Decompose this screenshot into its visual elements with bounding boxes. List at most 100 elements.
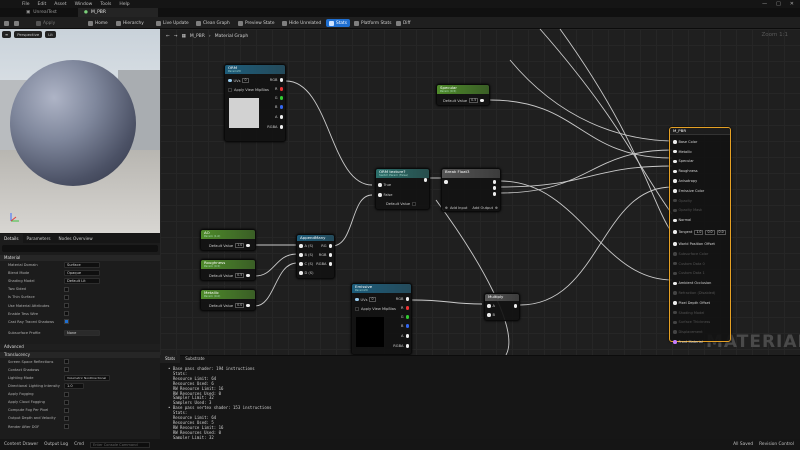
input-pin[interactable]: [673, 230, 677, 234]
a-output-pin[interactable]: [279, 115, 283, 119]
rgb-output-pin[interactable]: [279, 78, 283, 82]
true-input-pin[interactable]: [378, 183, 382, 187]
uv-input-pin[interactable]: [228, 78, 232, 83]
input-pin[interactable]: [673, 281, 677, 285]
rgb-output-pin[interactable]: [405, 297, 409, 301]
console-command-input[interactable]: Enter Console Command: [89, 441, 150, 448]
mipbias-checkbox[interactable]: [228, 88, 232, 92]
a-output-pin[interactable]: [405, 334, 409, 338]
result-pin[interactable]: Metallic: [673, 147, 731, 157]
uv-input-pin[interactable]: [355, 297, 359, 302]
input-pin[interactable]: [673, 189, 677, 193]
ao-output-pin[interactable]: [246, 243, 250, 248]
rg-output-pin[interactable]: [328, 244, 332, 248]
perspective-button[interactable]: Perspective: [14, 31, 43, 38]
g-output-pin[interactable]: [492, 186, 496, 190]
result-pin[interactable]: Ambient Occlusion: [673, 278, 731, 288]
result-pin[interactable]: Specular: [673, 157, 731, 167]
add-input-button[interactable]: ⊕ Add Input: [445, 206, 467, 210]
input-pin[interactable]: [673, 179, 677, 183]
r-output-pin[interactable]: [279, 87, 283, 91]
input-pin[interactable]: [673, 301, 677, 305]
input-pin[interactable]: [673, 320, 677, 325]
input-pin[interactable]: [673, 140, 677, 144]
input-pin[interactable]: [673, 208, 677, 213]
b-output-pin[interactable]: [279, 105, 283, 109]
result-pin[interactable]: Front Material: [673, 337, 731, 347]
input-pin[interactable]: [673, 218, 677, 223]
result-pin[interactable]: Opacity: [673, 196, 731, 206]
tangent-value-input[interactable]: 0.0: [716, 229, 726, 235]
result-pin[interactable]: Emissive Color: [673, 186, 731, 196]
orm-texture-node[interactable]: ORM Param2D UVs 0 Apply View MipBias RGB R…: [224, 64, 286, 142]
result-pin[interactable]: Subsurface Color: [673, 249, 731, 259]
content-drawer-button[interactable]: Content Drawer: [4, 442, 38, 447]
c-input-pin[interactable]: [299, 262, 303, 266]
tangent-value-input[interactable]: 1.0: [694, 229, 704, 235]
input-pin[interactable]: [673, 159, 677, 164]
a-input-pin[interactable]: [487, 304, 491, 308]
result-pin[interactable]: Custom Data 1: [673, 269, 731, 279]
input-pin[interactable]: [673, 330, 677, 334]
lit-button[interactable]: Lit: [45, 31, 56, 38]
multiply-node[interactable]: Multiply A B: [484, 293, 520, 321]
result-pin[interactable]: Shading Model: [673, 308, 731, 318]
tangent-value-input[interactable]: 0.0: [705, 229, 715, 235]
input-pin[interactable]: [673, 310, 677, 315]
g-output-pin[interactable]: [279, 96, 283, 100]
r-output-pin[interactable]: [405, 306, 409, 310]
result-pin[interactable]: Normal: [673, 215, 731, 225]
rgba-output-pin[interactable]: [328, 262, 332, 266]
input-pin[interactable]: [673, 169, 677, 174]
result-pin[interactable]: Anisotropy: [673, 176, 731, 186]
specular-param-node[interactable]: Specular Param (0.5) Default Value 0.5: [436, 84, 490, 106]
b-output-pin[interactable]: [405, 324, 409, 328]
rgba-output-pin[interactable]: [405, 344, 409, 348]
emissive-texture-node[interactable]: Emissive Param2D UVs 0 Apply View MipBias …: [351, 283, 412, 355]
input-pin[interactable]: [673, 340, 677, 344]
b-input-pin[interactable]: [487, 313, 491, 317]
metallic-param-node[interactable]: Metallic Param (0.0) Default Value 0.0: [200, 289, 256, 311]
revision-control-button[interactable]: Revision Control: [759, 442, 794, 447]
mipbias-checkbox[interactable]: [355, 307, 359, 311]
result-pin[interactable]: Tangent 1.0 0.0 0.0: [673, 225, 731, 239]
result-pin[interactable]: Surface Thickness: [673, 318, 731, 328]
float3-input-pin[interactable]: [444, 180, 448, 184]
viewport-options-button[interactable]: ≡: [2, 31, 12, 38]
orm-switch-node[interactable]: ORM texture? Switch Param (False) True Fa…: [375, 168, 430, 210]
input-pin[interactable]: [673, 242, 677, 246]
rgba-output-pin[interactable]: [279, 125, 283, 129]
specular-output-pin[interactable]: [480, 98, 484, 103]
cmd-dropdown[interactable]: Cmd: [74, 442, 84, 447]
switch-output-pin[interactable]: [423, 178, 427, 182]
result-pin[interactable]: Displacement: [673, 327, 731, 337]
output-log-button[interactable]: Output Log: [44, 442, 68, 447]
tab-stats[interactable]: Stats: [160, 355, 181, 363]
result-pin[interactable]: World Position Offset: [673, 239, 731, 249]
b-output-pin[interactable]: [492, 192, 496, 196]
d-input-pin[interactable]: [299, 271, 303, 275]
a-input-pin[interactable]: [299, 244, 303, 248]
input-pin[interactable]: [673, 271, 677, 276]
roughness-output-pin[interactable]: [246, 273, 250, 278]
ao-param-node[interactable]: AO Param (1.0) Default Value 1.0: [200, 229, 256, 251]
g-output-pin[interactable]: [405, 315, 409, 319]
input-pin[interactable]: [673, 261, 677, 266]
append-many-node[interactable]: AppendMany A (S) B (S) C (S) D (S) RG RG…: [296, 234, 335, 279]
result-pin[interactable]: Pixel Depth Offset: [673, 298, 731, 308]
result-pin[interactable]: Base Color: [673, 137, 731, 147]
input-pin[interactable]: [673, 149, 677, 154]
result-pin[interactable]: Custom Data 0: [673, 259, 731, 269]
add-output-button[interactable]: Add Output ⊕: [472, 206, 498, 210]
result-pin[interactable]: Roughness: [673, 166, 731, 176]
r-output-pin[interactable]: [492, 180, 496, 184]
result-pin[interactable]: Refraction (Disabled): [673, 288, 731, 298]
input-pin[interactable]: [673, 291, 677, 295]
tab-substrate[interactable]: Substrate: [180, 355, 209, 363]
result-pin[interactable]: Opacity Mask: [673, 206, 731, 216]
input-pin[interactable]: [673, 198, 677, 203]
input-pin[interactable]: [673, 252, 677, 256]
roughness-param-node[interactable]: Roughness Param (0.5) Default Value 0.5: [200, 259, 256, 281]
switch-default-checkbox[interactable]: [412, 202, 417, 206]
break-float3-node[interactable]: Break Float3 ⊕ Add Input Add Output ⊕: [441, 168, 501, 212]
